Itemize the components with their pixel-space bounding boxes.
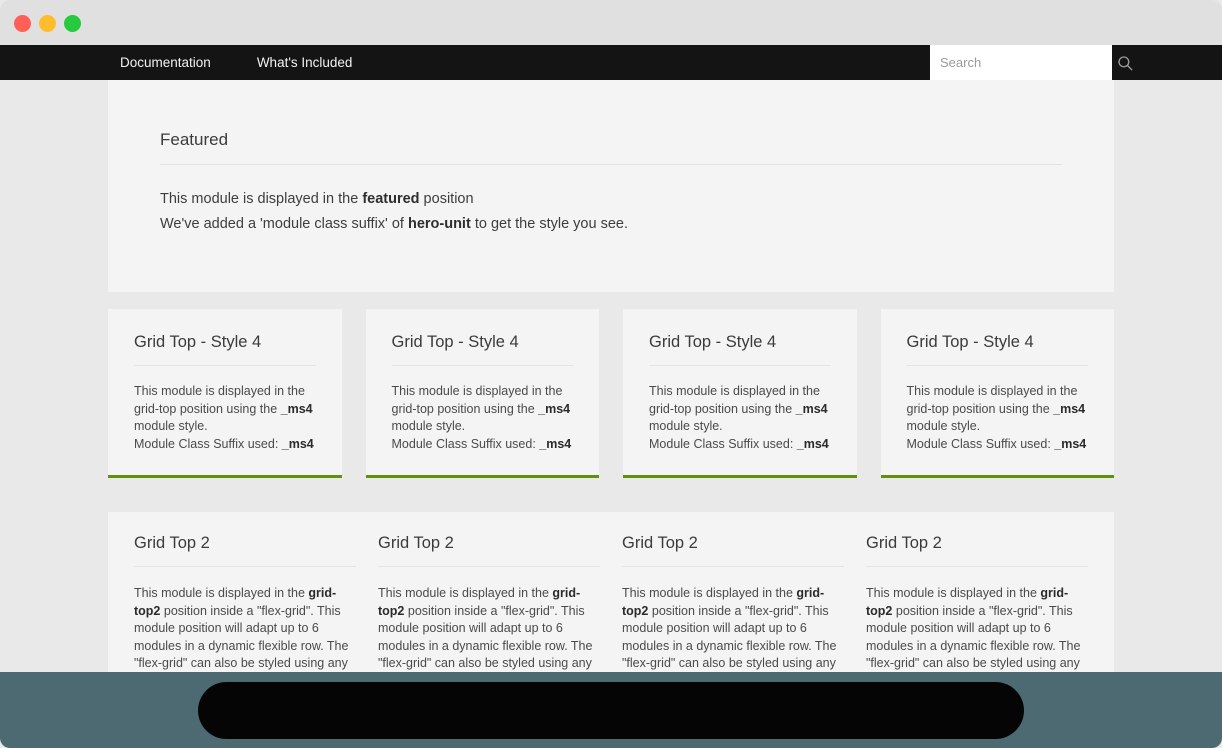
column-body: This module is displayed in the grid-top… [134, 585, 356, 672]
card-suffix-value: _ms4 [539, 436, 572, 451]
card-suffix-label: Module Class Suffix used: [134, 436, 282, 451]
card-text-bold: _ms4 [795, 401, 828, 416]
column-title: Grid Top 2 [134, 534, 210, 552]
search-icon[interactable] [1116, 54, 1134, 72]
window-titlebar [0, 0, 1222, 45]
featured-title: Featured [160, 130, 229, 149]
featured-line-2: We've added a 'module class suffix' of h… [160, 212, 1062, 237]
card-title: Grid Top - Style 4 [134, 333, 262, 351]
card-suffix-label: Module Class Suffix used: [649, 436, 797, 451]
card-text-bold: _ms4 [1053, 401, 1086, 416]
featured-line-1-prefix: This module is displayed in the [160, 191, 363, 207]
card-text-prefix: This module is displayed in the grid-top… [134, 384, 305, 416]
minimize-window-button[interactable] [39, 15, 56, 32]
featured-line-1: This module is displayed in the featured… [160, 187, 1062, 212]
grid-top2-flex-grid: Grid Top 2 This module is displayed in t… [108, 512, 1114, 672]
grid-top-style4-card: Grid Top - Style 4 This module is displa… [365, 309, 599, 478]
nav-link-documentation[interactable]: Documentation [110, 45, 221, 80]
card-text-prefix: This module is displayed in the grid-top… [391, 384, 563, 416]
featured-body: This module is displayed in the featured… [160, 187, 1062, 237]
nav-links: Documentation What's Included [110, 45, 362, 80]
card-title: Grid Top - Style 4 [649, 333, 777, 351]
column-body: This module is displayed in the grid-top… [622, 585, 844, 672]
card-text-prefix: This module is displayed in the grid-top… [906, 384, 1078, 416]
card-body: This module is displayed in the grid-top… [649, 383, 831, 453]
grid-top2-column: Grid Top 2 This module is displayed in t… [134, 534, 356, 672]
column-body: This module is displayed in the grid-top… [378, 585, 600, 672]
footer-dock-bar [0, 672, 1222, 748]
column-divider [866, 566, 1088, 567]
grid-top-style4-row: Grid Top - Style 4 This module is displa… [108, 309, 1114, 478]
card-text-bold: _ms4 [538, 401, 571, 416]
featured-line-2-bold: hero-unit [407, 216, 471, 232]
card-body: This module is displayed in the grid-top… [392, 383, 574, 453]
column-text-prefix: This module is displayed in the [378, 586, 553, 600]
page-content: Featured This module is displayed in the… [0, 80, 1222, 672]
card-text-bold: _ms4 [280, 401, 313, 416]
column-divider [378, 566, 600, 567]
footer-pill-overlay [198, 682, 1024, 739]
card-body: This module is displayed in the grid-top… [134, 383, 316, 453]
featured-line-2-prefix: We've added a 'module class suffix' of [160, 216, 408, 232]
column-text-suffix: position inside a "flex-grid". This modu… [622, 603, 837, 671]
grid-top-style4-card: Grid Top - Style 4 This module is displa… [108, 309, 342, 478]
column-title: Grid Top 2 [378, 534, 454, 552]
featured-line-1-suffix: position [419, 191, 474, 207]
column-divider [134, 566, 356, 567]
featured-line-2-suffix: to get the style you see. [470, 216, 628, 232]
card-text-mid: module style. [906, 419, 981, 433]
column-text-suffix: position inside a "flex-grid". This modu… [134, 603, 349, 671]
card-text-prefix: This module is displayed in the grid-top… [649, 384, 820, 416]
grid-top-style4-card: Grid Top - Style 4 This module is displa… [623, 309, 857, 478]
grid-top2-column: Grid Top 2 This module is displayed in t… [378, 534, 600, 672]
grid-top2-column: Grid Top 2 This module is displayed in t… [866, 534, 1088, 672]
card-text-mid: module style. [391, 419, 466, 433]
card-title: Grid Top - Style 4 [391, 333, 519, 351]
grid-top-style4-card: Grid Top - Style 4 This module is displa… [880, 309, 1114, 478]
card-body: This module is displayed in the grid-top… [907, 383, 1089, 453]
search-input[interactable] [940, 45, 1116, 80]
column-divider [622, 566, 844, 567]
column-title: Grid Top 2 [622, 534, 698, 552]
featured-line-1-bold: featured [362, 191, 420, 207]
search-box[interactable] [930, 45, 1133, 80]
maximize-window-button[interactable] [64, 15, 81, 32]
nav-link-whats-included[interactable]: What's Included [247, 45, 363, 80]
top-navigation-bar: Documentation What's Included [0, 45, 1222, 80]
card-divider [134, 365, 316, 366]
card-suffix-value: _ms4 [1054, 436, 1087, 451]
featured-module: Featured This module is displayed in the… [108, 80, 1114, 292]
card-divider [906, 365, 1088, 366]
column-text-prefix: This module is displayed in the [622, 586, 797, 600]
card-suffix-value: _ms4 [281, 436, 314, 451]
card-suffix-label: Module Class Suffix used: [391, 436, 540, 451]
column-text-prefix: This module is displayed in the [866, 586, 1041, 600]
card-divider [649, 365, 831, 366]
window-controls [14, 15, 81, 32]
card-suffix-value: _ms4 [796, 436, 829, 451]
column-text-suffix: position inside a "flex-grid". This modu… [866, 603, 1081, 671]
close-window-button[interactable] [14, 15, 31, 32]
column-text-suffix: position inside a "flex-grid". This modu… [378, 603, 593, 671]
column-title: Grid Top 2 [866, 534, 942, 552]
grid-top2-column: Grid Top 2 This module is displayed in t… [622, 534, 844, 672]
card-suffix-label: Module Class Suffix used: [906, 436, 1055, 451]
card-divider [391, 365, 573, 366]
column-text-prefix: This module is displayed in the [134, 586, 309, 600]
card-text-mid: module style. [134, 419, 208, 433]
column-body: This module is displayed in the grid-top… [866, 585, 1088, 672]
card-text-mid: module style. [649, 419, 723, 433]
card-title: Grid Top - Style 4 [906, 333, 1034, 351]
featured-divider [160, 164, 1062, 165]
